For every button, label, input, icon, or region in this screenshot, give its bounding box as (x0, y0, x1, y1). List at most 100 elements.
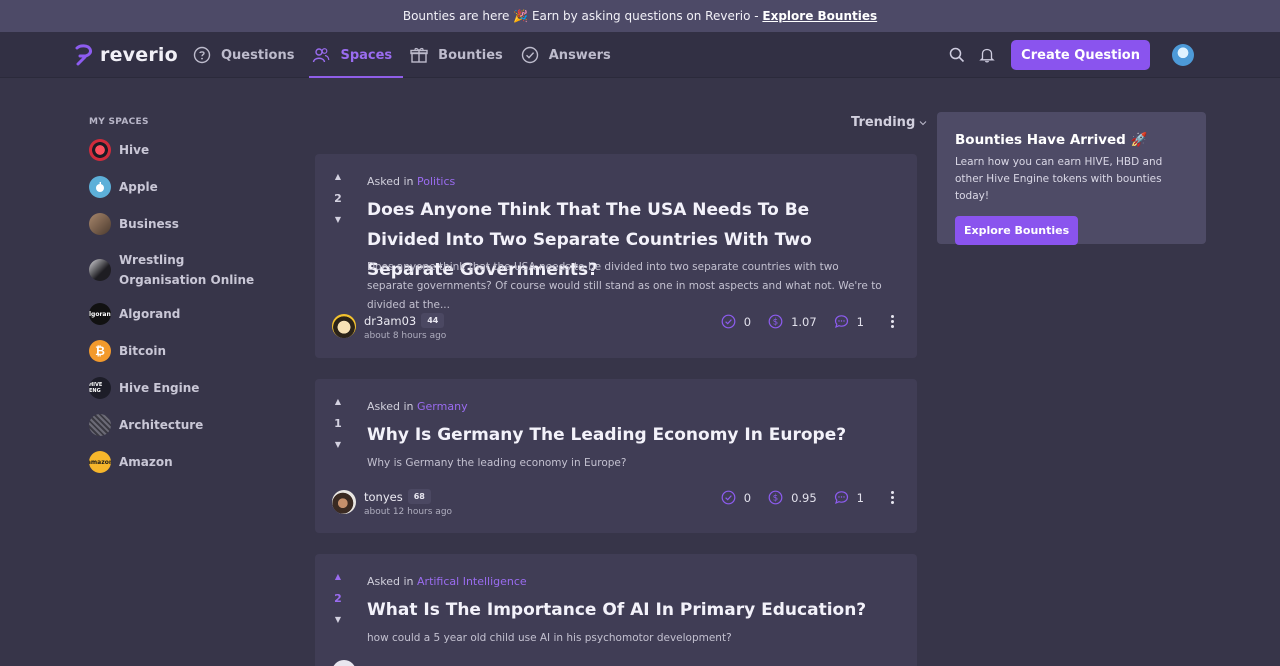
vote-control: ▲ 2 ▼ (331, 572, 345, 625)
bell-icon (979, 48, 995, 63)
nav-questions[interactable]: Questions (193, 32, 303, 78)
hive-icon (89, 139, 111, 161)
business-icon (89, 213, 111, 235)
post-time: about 8 hours ago (364, 331, 447, 341)
author-avatar[interactable] (332, 660, 356, 666)
asked-in: Asked in Politics (367, 175, 456, 188)
comments-stat[interactable]: 1 (834, 314, 864, 329)
space-bitcoin[interactable]: ₿ Bitcoin (89, 340, 289, 362)
architecture-icon (89, 414, 111, 436)
upvote-icon[interactable]: ▲ (331, 172, 345, 182)
check-circle-icon (721, 314, 736, 329)
explore-bounties-button[interactable]: Explore Bounties (955, 216, 1079, 245)
apple-icon (89, 176, 111, 198)
question-excerpt: Why is Germany the leading economy in Eu… (367, 457, 627, 469)
check-circle-icon (521, 46, 538, 64)
author-avatar[interactable] (332, 313, 356, 338)
banner-text: Bounties are here 🎉 Earn by asking quest… (402, 9, 763, 23)
payout-value: 1.07 (791, 314, 817, 329)
more-options-icon[interactable] (887, 315, 897, 328)
algorand-icon: algorand (89, 303, 111, 325)
space-link[interactable]: Artifical Intelligence (417, 575, 527, 588)
question-author: tonyes 68 about 12 hours ago (332, 486, 452, 517)
nav-bounties[interactable]: Bounties (401, 32, 512, 78)
downvote-icon[interactable]: ▼ (331, 215, 345, 225)
question-author: dr3am03 44 about 8 hours ago (332, 310, 446, 341)
answers-count: 0 (743, 314, 752, 329)
reputation-badge: 68 (407, 489, 431, 504)
bitcoin-icon: ₿ (89, 340, 111, 362)
bounties-promo-card: Bounties Have Arrived 🚀 Learn how you ca… (937, 112, 1206, 245)
payout-stat: $ 0.95 (768, 490, 817, 505)
author-name[interactable]: tonyes (364, 490, 403, 504)
comment-icon (834, 491, 848, 505)
create-question-button[interactable]: Create Question (1011, 40, 1150, 70)
vote-control: ▲ 1 ▼ (331, 397, 345, 450)
space-apple[interactable]: Apple (89, 176, 289, 198)
explore-bounties-link[interactable]: Explore Bounties (762, 9, 877, 23)
space-business[interactable]: Business (89, 213, 289, 235)
search-button[interactable] (947, 45, 967, 65)
comments-stat[interactable]: 1 (834, 490, 864, 505)
space-label: Hive Engine (119, 381, 200, 395)
space-label: Bitcoin (119, 344, 167, 358)
nav-answers-label: Answers (548, 47, 611, 63)
question-card[interactable]: ▲ 2 ▼ Asked in Politics Does Anyone Thin… (315, 154, 917, 358)
svg-text:$: $ (773, 318, 778, 328)
reverio-logo[interactable]: reverio (74, 44, 178, 66)
hive-engine-icon: HIVE ENG (89, 377, 111, 399)
space-hive[interactable]: Hive (89, 139, 289, 161)
space-label: Amazon (119, 455, 173, 469)
question-card[interactable]: ▲ 1 ▼ Asked in Germany Why Is Germany Th… (315, 379, 917, 533)
nav-spaces-label: Spaces (340, 47, 393, 63)
nav-bounties-label: Bounties (438, 47, 503, 63)
question-title[interactable]: What Is The Importance Of AI In Primary … (367, 595, 887, 625)
downvote-icon[interactable]: ▼ (331, 615, 345, 625)
author-avatar[interactable] (332, 489, 356, 514)
space-label: Apple (119, 180, 158, 194)
sort-dropdown[interactable]: Trending (851, 115, 927, 130)
upvote-icon[interactable]: ▲ (331, 397, 345, 407)
logo-text: reverio (100, 44, 178, 66)
nav-questions-label: Questions (221, 47, 295, 63)
question-circle-icon (193, 46, 211, 64)
space-amazon[interactable]: amazon Amazon (89, 451, 289, 473)
space-link[interactable]: Politics (417, 175, 455, 188)
comments-count: 1 (856, 314, 864, 329)
question-excerpt: Does anyone think that the USA needs to … (367, 261, 882, 311)
nav-spaces[interactable]: Spaces (303, 32, 403, 78)
asked-in: Asked in Germany (367, 400, 468, 413)
spaces-icon (313, 48, 330, 63)
check-circle-icon (721, 490, 736, 505)
user-avatar[interactable] (1172, 44, 1194, 66)
notifications-button[interactable] (977, 45, 997, 65)
vote-control: ▲ 2 ▼ (331, 172, 345, 225)
downvote-icon[interactable]: ▼ (331, 440, 345, 450)
answers-count: 0 (743, 490, 752, 505)
more-options-icon[interactable] (887, 491, 897, 504)
upvote-icon[interactable]: ▲ (331, 572, 345, 582)
top-navigation: reverio Questions Spaces Bounties Answer… (0, 32, 1280, 78)
vote-count: 2 (334, 192, 342, 205)
promo-text: Learn how you can earn HIVE, HBD and oth… (955, 156, 1163, 202)
question-title[interactable]: Why Is Germany The Leading Economy In Eu… (367, 420, 887, 450)
space-label: Wrestling Organisation Online (119, 253, 255, 287)
space-algorand[interactable]: algorand Algorand (89, 303, 289, 325)
promo-title: Bounties Have Arrived 🚀 (955, 132, 1148, 148)
vote-count: 1 (334, 417, 342, 430)
question-excerpt: how could a 5 year old child use AI in h… (367, 632, 732, 644)
author-name[interactable]: dr3am03 (364, 314, 416, 328)
payout-stat: $ 1.07 (768, 314, 817, 329)
space-label: Algorand (119, 307, 181, 321)
nav-answers[interactable]: Answers (512, 32, 620, 78)
payout-value: 0.95 (791, 490, 817, 505)
space-link[interactable]: Germany (417, 400, 468, 413)
question-card[interactable]: ▲ 2 ▼ Asked in Artifical Intelligence Wh… (315, 554, 917, 666)
space-label: Architecture (119, 418, 204, 432)
space-hive-engine[interactable]: HIVE ENG Hive Engine (89, 377, 289, 399)
dollar-circle-icon: $ (768, 314, 783, 329)
space-wrestling-organisation-online[interactable]: Wrestling Organisation Online (89, 250, 289, 290)
comments-count: 1 (856, 490, 864, 505)
space-architecture[interactable]: Architecture (89, 414, 289, 436)
dollar-circle-icon: $ (768, 490, 783, 505)
